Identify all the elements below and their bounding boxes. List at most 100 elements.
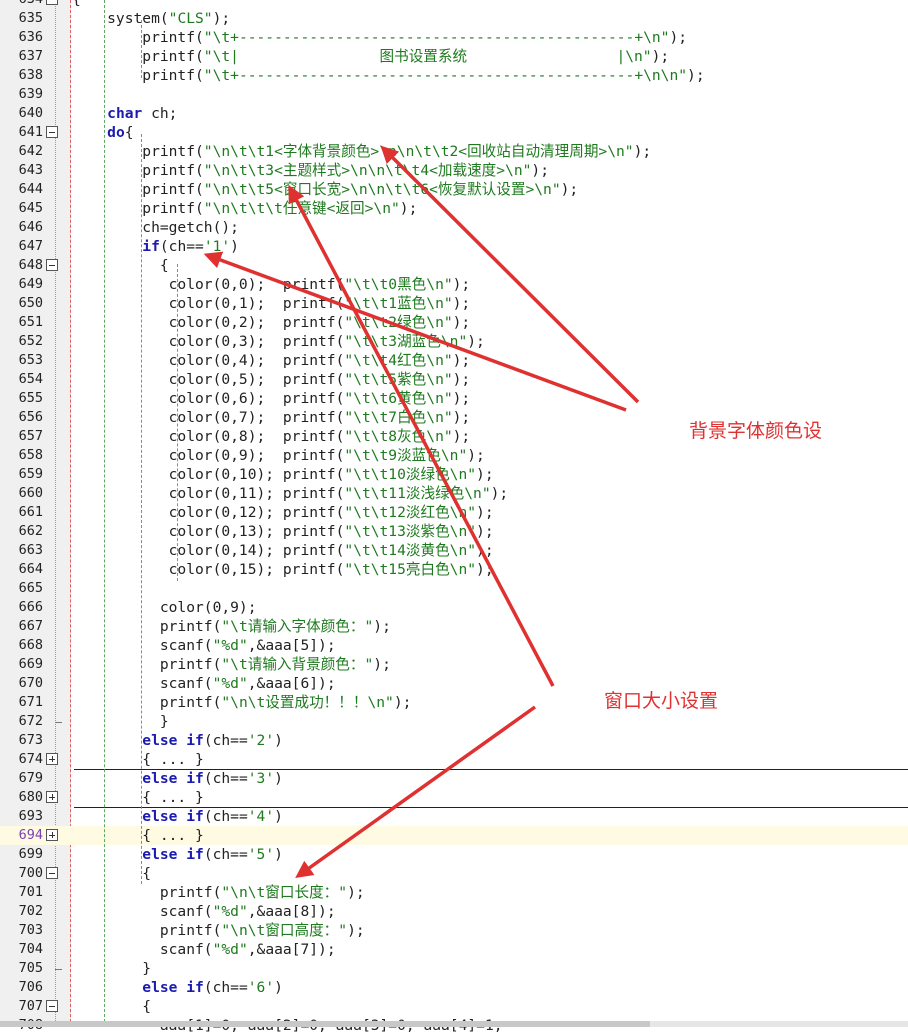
code-line[interactable]: 665 <box>0 579 908 598</box>
code-line[interactable]: 671 printf("\n\t设置成功！！！\n"); <box>0 693 908 712</box>
code-text[interactable]: system("CLS"); <box>72 9 230 28</box>
code-line[interactable]: 644 printf("\n\t\t5<窗口长宽>\n\n\t\t6<恢复默认设… <box>0 180 908 199</box>
code-text[interactable]: printf("\t请输入字体颜色："); <box>72 617 391 636</box>
code-text[interactable]: { <box>72 0 81 9</box>
code-line[interactable]: 635 system("CLS"); <box>0 9 908 28</box>
code-text[interactable]: printf("\t+-----------------------------… <box>72 66 704 85</box>
code-text[interactable]: } <box>72 712 169 731</box>
code-text[interactable]: color(0,11); printf("\t\t11淡浅绿色\n"); <box>72 484 509 503</box>
code-line[interactable]: 645 printf("\n\t\t\t任意键<返回>\n"); <box>0 199 908 218</box>
code-line[interactable]: 707 { <box>0 997 908 1016</box>
collapse-icon[interactable] <box>46 259 58 271</box>
code-line[interactable]: 639 <box>0 85 908 104</box>
code-line[interactable]: 672 } <box>0 712 908 731</box>
code-line[interactable]: 694 { ... } <box>0 826 908 845</box>
code-line[interactable]: 648 { <box>0 256 908 275</box>
code-line[interactable]: 669 printf("\t请输入背景颜色："); <box>0 655 908 674</box>
code-text[interactable]: color(0,3); printf("\t\t3湖蓝色\n"); <box>72 332 485 351</box>
code-text[interactable]: color(0,8); printf("\t\t8灰色\n"); <box>72 427 471 446</box>
scrollbar-thumb[interactable] <box>0 1021 650 1027</box>
code-line[interactable]: 652 color(0,3); printf("\t\t3湖蓝色\n"); <box>0 332 908 351</box>
code-line[interactable]: 658 color(0,9); printf("\t\t9淡蓝色\n"); <box>0 446 908 465</box>
code-line[interactable]: 647 if(ch=='1') <box>0 237 908 256</box>
code-line[interactable]: 661 color(0,12); printf("\t\t12淡红色\n"); <box>0 503 908 522</box>
code-text[interactable]: color(0,0); printf("\t\t0黑色\n"); <box>72 275 471 294</box>
code-line[interactable]: 674 { ... } <box>0 750 908 770</box>
code-line[interactable]: 701 printf("\n\t窗口长度："); <box>0 883 908 902</box>
code-line[interactable]: 663 color(0,14); printf("\t\t14淡黄色\n"); <box>0 541 908 560</box>
code-line[interactable]: 704 scanf("%d",&aaa[7]); <box>0 940 908 959</box>
code-line[interactable]: 660 color(0,11); printf("\t\t11淡浅绿色\n"); <box>0 484 908 503</box>
code-line[interactable]: 655 color(0,6); printf("\t\t6黄色\n"); <box>0 389 908 408</box>
expand-icon[interactable] <box>46 753 58 765</box>
code-text[interactable]: { ... } <box>72 826 204 845</box>
code-text[interactable]: { ... } <box>72 788 204 807</box>
code-text[interactable]: scanf("%d",&aaa[7]); <box>72 940 336 959</box>
code-line[interactable]: 700 { <box>0 864 908 883</box>
code-text[interactable]: printf("\n\t窗口高度："); <box>72 921 365 940</box>
code-text[interactable]: color(0,2); printf("\t\t2绿色\n"); <box>72 313 471 332</box>
code-text[interactable]: printf("\n\t\t\t任意键<返回>\n"); <box>72 199 417 218</box>
code-line[interactable]: 653 color(0,4); printf("\t\t4红色\n"); <box>0 351 908 370</box>
collapse-icon[interactable] <box>46 0 58 5</box>
code-text[interactable]: printf("\n\t\t1<字体背景颜色>\n\n\t\t2<回收站自动清理… <box>72 142 651 161</box>
code-line[interactable]: 638 printf("\t+-------------------------… <box>0 66 908 85</box>
code-text[interactable]: { <box>72 997 151 1016</box>
horizontal-scrollbar[interactable] <box>0 1021 908 1027</box>
code-line[interactable]: 659 color(0,10); printf("\t\t10淡绿色\n"); <box>0 465 908 484</box>
code-line[interactable]: 651 color(0,2); printf("\t\t2绿色\n"); <box>0 313 908 332</box>
code-text[interactable]: printf("\n\t窗口长度："); <box>72 883 365 902</box>
code-text[interactable]: { <box>72 256 169 275</box>
code-text[interactable]: printf("\t| 图书设置系统 |\n"); <box>72 47 669 66</box>
code-line[interactable]: 699 else if(ch=='5') <box>0 845 908 864</box>
code-line[interactable]: 666 color(0,9); <box>0 598 908 617</box>
code-text[interactable]: color(0,12); printf("\t\t12淡红色\n"); <box>72 503 494 522</box>
code-text[interactable]: printf("\n\t\t3<主题样式>\n\n\t\t4<加载速度>\n")… <box>72 161 549 180</box>
code-text[interactable]: { ... } <box>72 750 204 769</box>
code-text[interactable]: do{ <box>72 123 133 142</box>
code-line[interactable]: 662 color(0,13); printf("\t\t13淡紫色\n"); <box>0 522 908 541</box>
collapse-icon[interactable] <box>46 126 58 138</box>
code-text[interactable]: printf("\t请输入背景颜色："); <box>72 655 391 674</box>
code-line[interactable]: 636 printf("\t+-------------------------… <box>0 28 908 47</box>
code-line[interactable]: 703 printf("\n\t窗口高度："); <box>0 921 908 940</box>
code-text[interactable]: char ch; <box>72 104 177 123</box>
code-line[interactable]: 680 { ... } <box>0 788 908 808</box>
code-text[interactable]: { <box>72 864 151 883</box>
expand-icon[interactable] <box>46 791 58 803</box>
code-line[interactable]: 679 else if(ch=='3') <box>0 769 908 788</box>
code-line[interactable]: 668 scanf("%d",&aaa[5]); <box>0 636 908 655</box>
code-line[interactable]: 649 color(0,0); printf("\t\t0黑色\n"); <box>0 275 908 294</box>
code-line[interactable]: 646 ch=getch(); <box>0 218 908 237</box>
code-line[interactable]: 702 scanf("%d",&aaa[8]); <box>0 902 908 921</box>
code-line[interactable]: 706 else if(ch=='6') <box>0 978 908 997</box>
code-text[interactable]: printf("\t+-----------------------------… <box>72 28 687 47</box>
code-line[interactable]: 673 else if(ch=='2') <box>0 731 908 750</box>
code-editor[interactable]: 634{635 system("CLS");636 printf("\t+---… <box>0 0 908 1035</box>
expand-icon[interactable] <box>46 829 58 841</box>
code-line[interactable]: 640 char ch; <box>0 104 908 123</box>
code-text[interactable]: color(0,5); printf("\t\t5紫色\n"); <box>72 370 471 389</box>
code-line[interactable]: 641 do{ <box>0 123 908 142</box>
code-text[interactable]: printf("\n\t设置成功！！！\n"); <box>72 693 412 712</box>
code-text[interactable]: color(0,1); printf("\t\t1蓝色\n"); <box>72 294 471 313</box>
code-text[interactable]: color(0,13); printf("\t\t13淡紫色\n"); <box>72 522 494 541</box>
code-text[interactable]: scanf("%d",&aaa[6]); <box>72 674 336 693</box>
collapse-icon[interactable] <box>46 1000 58 1012</box>
code-text[interactable]: if(ch=='1') <box>72 237 239 256</box>
code-text[interactable]: color(0,7); printf("\t\t7白色\n"); <box>72 408 471 427</box>
code-text[interactable]: printf("\n\t\t5<窗口长宽>\n\n\t\t6<恢复默认设置>\n… <box>72 180 578 199</box>
code-line[interactable]: 670 scanf("%d",&aaa[6]); <box>0 674 908 693</box>
code-line[interactable]: 693 else if(ch=='4') <box>0 807 908 826</box>
code-text[interactable]: scanf("%d",&aaa[5]); <box>72 636 336 655</box>
code-line[interactable]: 705 } <box>0 959 908 978</box>
code-text[interactable]: } <box>72 959 151 978</box>
code-line[interactable]: 642 printf("\n\t\t1<字体背景颜色>\n\n\t\t2<回收站… <box>0 142 908 161</box>
collapse-icon[interactable] <box>46 867 58 879</box>
code-text[interactable]: color(0,10); printf("\t\t10淡绿色\n"); <box>72 465 494 484</box>
code-text[interactable]: scanf("%d",&aaa[8]); <box>72 902 336 921</box>
code-line[interactable]: 650 color(0,1); printf("\t\t1蓝色\n"); <box>0 294 908 313</box>
code-line[interactable]: 643 printf("\n\t\t3<主题样式>\n\n\t\t4<加载速度>… <box>0 161 908 180</box>
code-text[interactable]: color(0,14); printf("\t\t14淡黄色\n"); <box>72 541 494 560</box>
code-text[interactable]: color(0,6); printf("\t\t6黄色\n"); <box>72 389 471 408</box>
